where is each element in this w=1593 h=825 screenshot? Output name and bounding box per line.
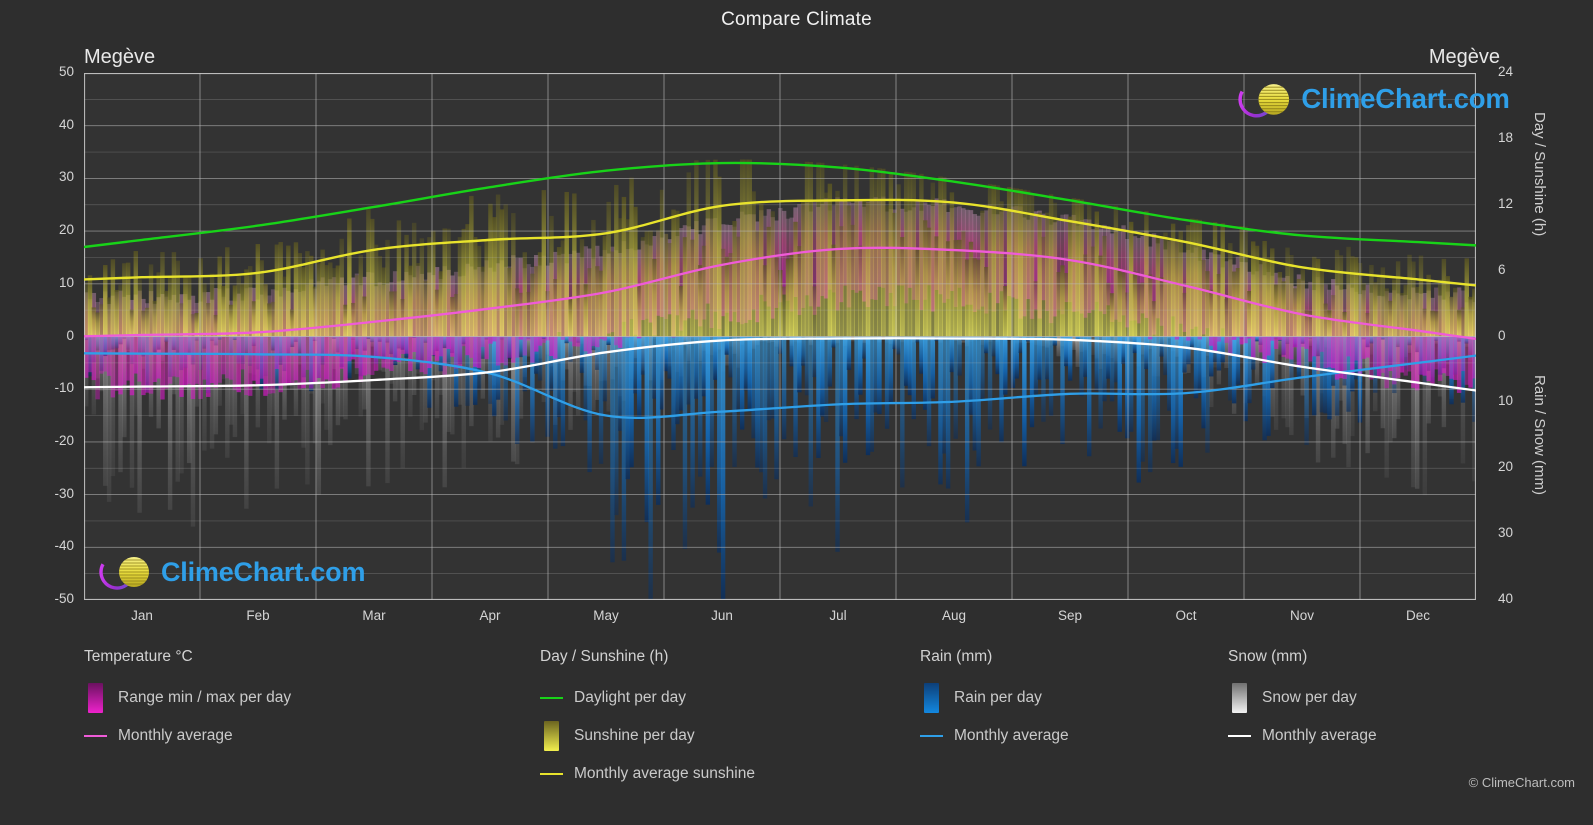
legend-item-label: Monthly average	[954, 727, 1069, 744]
legend-column-snow-mm: Snow (mm) Snow per day Monthly average	[1228, 648, 1377, 755]
legend-item-label: Rain per day	[954, 689, 1042, 706]
y-tick-left--40: -40	[54, 538, 74, 554]
legend-swatch-line	[540, 773, 563, 775]
y-tick-rain-30: 30	[1498, 525, 1514, 541]
legend-column-temperature-c: Temperature °C Range min / max per day Mon…	[84, 648, 291, 755]
y-tick-left--20: -20	[54, 432, 74, 448]
climechart-logo: ClimeChart.com	[1234, 76, 1510, 123]
climate-plot-svg	[84, 73, 1476, 600]
legend-item-label: Daylight per day	[574, 689, 687, 706]
climate-chart-page: Compare Climate Megève Megève Temperatur…	[0, 0, 1593, 825]
legend-item[interactable]: Rain per day	[920, 679, 1069, 717]
y-tick-day-0: 0	[1498, 327, 1506, 343]
x-tick-dec: Dec	[1405, 608, 1430, 623]
y-tick-left-30: 30	[58, 169, 74, 185]
legend-swatch-box	[88, 683, 103, 713]
y-tick-day-6: 6	[1498, 261, 1506, 277]
y-tick-left-0: 0	[66, 327, 74, 343]
x-tick-aug: Aug	[941, 608, 967, 623]
x-tick-sep: Sep	[1057, 608, 1083, 623]
x-tick-jan: Jan	[131, 608, 153, 623]
x-tick-jul: Jul	[829, 608, 847, 623]
legend-swatch-line	[540, 697, 563, 699]
y-tick-left--30: -30	[54, 485, 74, 501]
legend-swatch-line	[84, 735, 107, 737]
legend-item-label: Monthly average sunshine	[574, 765, 755, 782]
legend-swatch-box	[544, 721, 559, 751]
legend-group-title: Temperature °C	[84, 648, 193, 665]
legend-item[interactable]: Daylight per day	[540, 679, 755, 717]
legend-swatch-box	[1232, 683, 1247, 713]
legend-group-title: Rain (mm)	[920, 648, 993, 665]
y-tick-rain-40: 40	[1498, 591, 1514, 606]
legend-item[interactable]: Snow per day	[1228, 679, 1377, 717]
x-tick-nov: Nov	[1289, 608, 1314, 623]
climechart-logo-mark	[1238, 81, 1290, 118]
x-tick-apr: Apr	[479, 608, 501, 623]
y-axis-right-top-title: Day / Sunshine (h)	[1531, 112, 1548, 237]
climechart-logo-text: ClimeChart.com	[161, 556, 366, 587]
plot-area	[84, 73, 1476, 600]
y-tick-left--50: -50	[54, 591, 74, 606]
y-tick-left-10: 10	[58, 274, 74, 290]
legend-swatch-box	[924, 683, 939, 713]
y-axis-right-bottom-title: Rain / Snow (mm)	[1531, 375, 1548, 496]
legend-item-label: Monthly average	[1262, 727, 1377, 744]
legend-item[interactable]: Monthly average	[84, 717, 291, 755]
legend-group-title: Snow (mm)	[1228, 648, 1308, 665]
y-tick-left-40: 40	[58, 116, 74, 132]
climechart-logo: ClimeChart.com	[95, 549, 365, 595]
x-tick-may: May	[593, 608, 619, 623]
x-tick-feb: Feb	[246, 608, 270, 623]
legend-item[interactable]: Range min / max per day	[84, 679, 291, 717]
legend-item-label: Sunshine per day	[574, 727, 695, 744]
legend-item[interactable]: Monthly average sunshine	[540, 755, 755, 793]
legend-item[interactable]: Sunshine per day	[540, 717, 755, 755]
y-tick-left-50: 50	[58, 64, 74, 79]
legend-item-label: Snow per day	[1262, 689, 1357, 706]
legend-group-title: Day / Sunshine (h)	[540, 648, 669, 665]
page-title: Compare Climate	[721, 9, 872, 30]
climechart-logo-text: ClimeChart.com	[1301, 83, 1510, 115]
legend-swatch-line	[920, 735, 943, 737]
legend-swatch-line	[1228, 735, 1251, 737]
x-tick-oct: Oct	[1175, 608, 1197, 623]
copyright-notice: © ClimeChart.com	[1468, 775, 1575, 790]
location-label-left: Megève	[84, 46, 156, 68]
chart-legend: Temperature °C Range min / max per day Mon…	[0, 648, 1593, 798]
climechart-logo-mark	[99, 554, 149, 590]
y-tick-left--10: -10	[54, 380, 74, 396]
x-tick-jun: Jun	[711, 608, 733, 623]
y-tick-left-20: 20	[58, 222, 74, 238]
legend-item[interactable]: Monthly average	[920, 717, 1069, 755]
legend-item[interactable]: Monthly average	[1228, 717, 1377, 755]
legend-column-day-sunshine-h: Day / Sunshine (h) Daylight per day Sunshi…	[540, 648, 755, 793]
x-tick-mar: Mar	[362, 608, 386, 623]
legend-item-label: Monthly average	[118, 727, 233, 744]
location-label-right: Megève	[1428, 46, 1500, 68]
legend-item-label: Range min / max per day	[118, 689, 292, 706]
legend-column-rain-mm: Rain (mm) Rain per day Monthly average	[920, 648, 1069, 755]
